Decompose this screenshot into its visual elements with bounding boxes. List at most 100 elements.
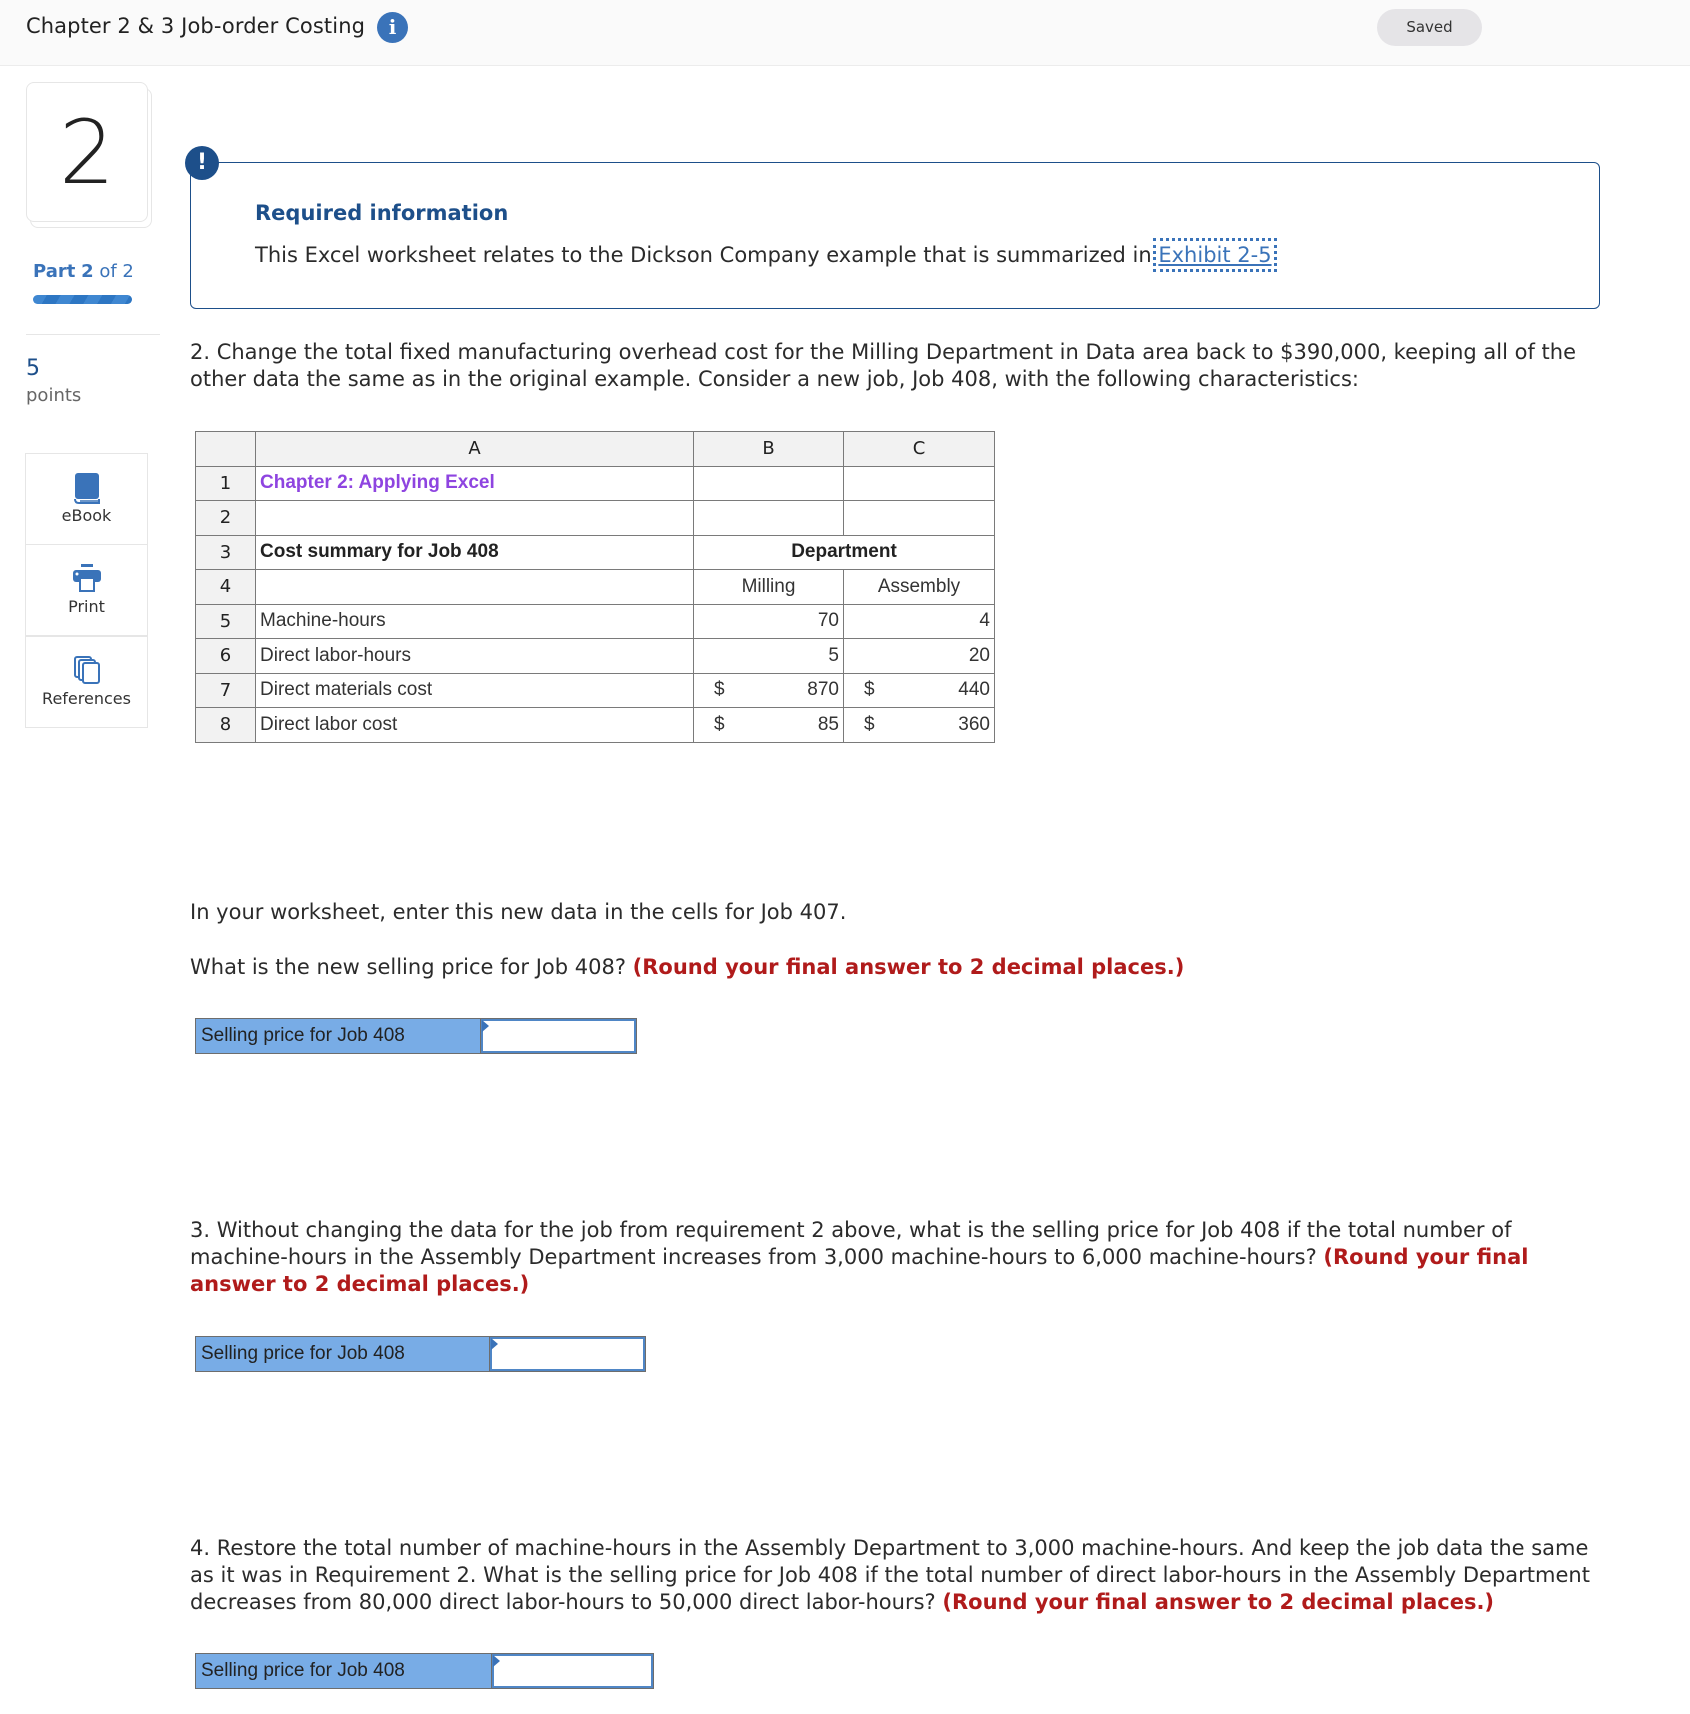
- q3-answer-field[interactable]: [490, 1337, 645, 1371]
- milling-value: 70: [693, 603, 844, 639]
- required-information-box: ! Required information This Excel worksh…: [185, 146, 1600, 309]
- q4-answer-label: Selling price for Job 408: [196, 1654, 492, 1688]
- row-number: 2: [195, 500, 256, 536]
- row-number: 4: [195, 569, 256, 605]
- assembly-value: 20: [843, 638, 995, 674]
- amount: 870: [807, 679, 839, 701]
- table-row: 3 Cost summary for Job 408 Department: [195, 534, 995, 570]
- cell-a4: [255, 569, 694, 605]
- currency-symbol: $: [714, 679, 725, 701]
- q4-answer-row: Selling price for Job 408: [195, 1653, 654, 1689]
- q3-prompt: 3. Without changing the data for the job…: [190, 1217, 1605, 1298]
- q2-round-note: (Round your final answer to 2 decimal pl…: [632, 955, 1185, 979]
- references-label: References: [42, 689, 131, 708]
- part-indicator: Part 2 of 2: [33, 261, 134, 282]
- question-number-card: 2: [26, 82, 152, 228]
- excel-table: A B C 1 Chapter 2: Applying Excel 2 3 Co…: [195, 431, 995, 743]
- assembly-header: Assembly: [843, 569, 995, 605]
- row-number: 8: [195, 707, 256, 743]
- q2-answer-input[interactable]: [483, 1021, 634, 1051]
- required-info-body: This Excel worksheet relates to the Dick…: [255, 243, 1152, 267]
- q4-prompt: 4. Restore the total number of machine-h…: [190, 1535, 1605, 1616]
- top-bar: Chapter 2 & 3 Job-order Costing i Saved: [0, 0, 1690, 66]
- q4-round-note: (Round your final answer to 2 decimal pl…: [942, 1590, 1495, 1614]
- col-header-b: B: [693, 431, 844, 467]
- q3-answer-input[interactable]: [492, 1339, 643, 1369]
- print-label: Print: [68, 597, 105, 616]
- row-number: 5: [195, 603, 256, 639]
- cell-flag-icon: [482, 1020, 489, 1032]
- cell-b2: [693, 500, 844, 536]
- required-info-text: This Excel worksheet relates to the Dick…: [255, 238, 1277, 272]
- table-row: 2: [195, 500, 995, 536]
- cell-c1: [843, 465, 995, 501]
- q2-answer-row: Selling price for Job 408: [195, 1018, 637, 1054]
- references-button[interactable]: References: [25, 636, 148, 728]
- col-header-c: C: [843, 431, 995, 467]
- table-row: 6 Direct labor-hours 5 20: [195, 638, 995, 674]
- points-value: 5: [26, 356, 40, 381]
- q2-answer-label: Selling price for Job 408: [196, 1019, 481, 1053]
- book-icon: [73, 472, 101, 508]
- part-label: Part: [33, 261, 76, 282]
- department-header: Department: [693, 534, 995, 570]
- cell-flag-icon: [493, 1655, 500, 1667]
- row-number: 1: [195, 465, 256, 501]
- table-row: 5 Machine-hours 70 4: [195, 603, 995, 639]
- cell-flag-icon: [491, 1338, 498, 1350]
- print-button[interactable]: Print: [25, 544, 148, 636]
- col-header-a: A: [255, 431, 694, 467]
- cell-a2: [255, 500, 694, 536]
- part-total: of 2: [99, 261, 134, 282]
- part-current: 2: [81, 261, 94, 282]
- currency-symbol: $: [864, 679, 875, 701]
- exhibit-link[interactable]: Exhibit 2-5: [1153, 238, 1277, 272]
- q4-answer-input[interactable]: [494, 1656, 651, 1686]
- part-progress-bar: [33, 295, 132, 304]
- row-number: 6: [195, 638, 256, 674]
- table-row: 8 Direct labor cost $85 $360: [195, 707, 995, 743]
- ebook-label: eBook: [61, 506, 112, 525]
- q3-answer-row: Selling price for Job 408: [195, 1336, 646, 1372]
- amount: 360: [958, 713, 990, 735]
- cell-c2: [843, 500, 995, 536]
- row-number: 7: [195, 672, 256, 708]
- currency-symbol: $: [714, 713, 725, 735]
- row-label: Direct labor-hours: [255, 638, 694, 674]
- info-icon[interactable]: i: [377, 12, 408, 43]
- milling-value: $870: [693, 672, 844, 708]
- q2-question: What is the new selling price for Job 40…: [190, 954, 1184, 981]
- assembly-value: $440: [843, 672, 995, 708]
- row-number: 3: [195, 534, 256, 570]
- corner-cell: [195, 431, 256, 467]
- alert-icon: !: [185, 146, 219, 180]
- column-header-row: A B C: [195, 431, 995, 467]
- assignment-title: Chapter 2 & 3 Job-order Costing: [26, 14, 366, 38]
- q3-prompt-text: 3. Without changing the data for the job…: [190, 1218, 1512, 1269]
- table-row: 7 Direct materials cost $870 $440: [195, 672, 995, 708]
- amount: 85: [817, 713, 839, 735]
- q3-answer-label: Selling price for Job 408: [196, 1337, 490, 1371]
- row-label: Direct materials cost: [255, 672, 694, 708]
- printer-icon: [72, 563, 102, 597]
- points-label: points: [26, 385, 82, 406]
- saved-status-badge: Saved: [1377, 9, 1482, 46]
- ebook-button[interactable]: eBook: [25, 453, 148, 545]
- q2-answer-field[interactable]: [481, 1019, 636, 1053]
- q2-instruction: In your worksheet, enter this new data i…: [190, 900, 847, 924]
- question-number: 2: [26, 82, 148, 222]
- divider: [26, 334, 160, 335]
- milling-header: Milling: [693, 569, 844, 605]
- cost-summary-label: Cost summary for Job 408: [255, 534, 694, 570]
- milling-value: 5: [693, 638, 844, 674]
- row-label: Machine-hours: [255, 603, 694, 639]
- assembly-value: $360: [843, 707, 995, 743]
- table-row: 1 Chapter 2: Applying Excel: [195, 465, 995, 501]
- q2-prompt: 2. Change the total fixed manufacturing …: [190, 340, 1577, 391]
- sheet-title-cell: Chapter 2: Applying Excel: [255, 465, 694, 501]
- q4-answer-field[interactable]: [492, 1654, 653, 1688]
- required-info-heading: Required information: [255, 201, 509, 225]
- copy-pages-icon: [73, 655, 101, 689]
- assembly-value: 4: [843, 603, 995, 639]
- table-row: 4 Milling Assembly: [195, 569, 995, 605]
